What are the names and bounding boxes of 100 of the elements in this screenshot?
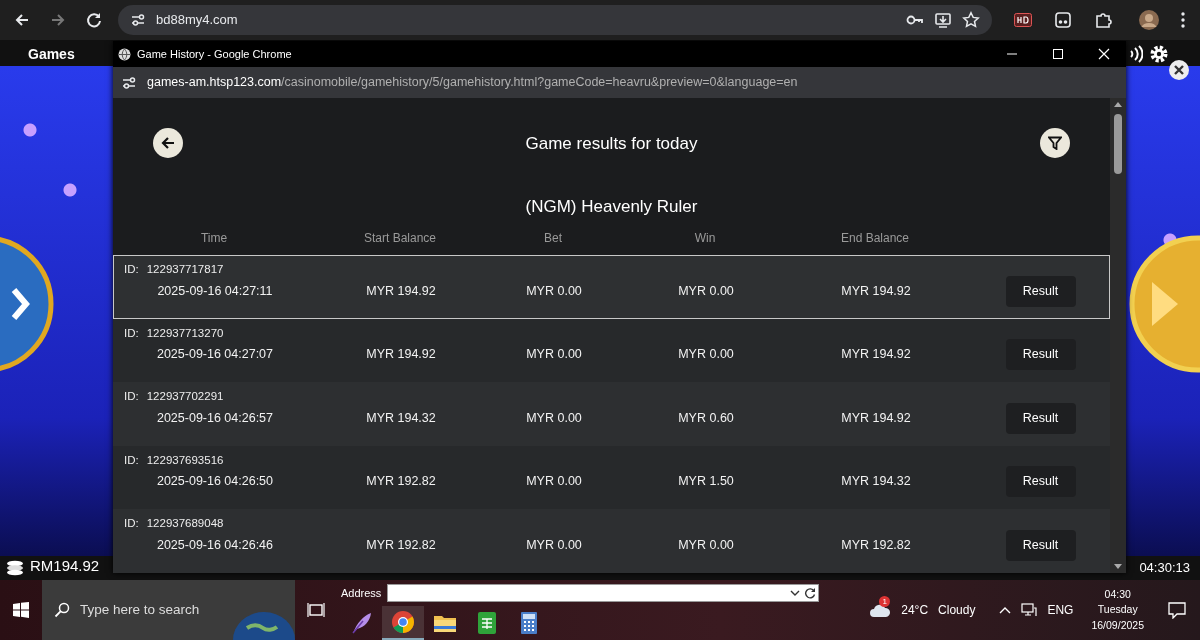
chrome-icon[interactable] [391,610,415,634]
back-icon [161,136,175,151]
result-button[interactable]: Result [1005,402,1076,434]
filter-button[interactable] [1040,128,1070,159]
scroll-down-icon[interactable] [1114,564,1122,569]
window-title: Game History - Google Chrome [137,46,292,62]
table-cell-text: MYR 194.92 [840,409,912,427]
close-icon[interactable] [1168,59,1190,81]
table-cell-text: 2025-09-16 04:26:46 [155,536,275,554]
address-label: Address [341,585,382,601]
avatar-icon[interactable] [1138,9,1160,31]
clock-day: Tuesday [1091,602,1144,618]
search-icon [54,602,70,618]
table-cell-text: MYR 194.92 [365,346,437,364]
round-id: ID: 122937693516 [123,453,225,468]
notification-badge: 1 [879,596,891,607]
round-id: ID: 122937689048 [123,516,225,532]
spreadsheet-icon[interactable] [475,611,499,635]
table-cell-text: MYR 192.82 [840,536,912,554]
table-cell-text: MYR 194.92 [840,282,912,300]
temperature-text: 24°C [901,602,929,619]
clock-text: 04:30:13 [1139,558,1190,577]
scroll-up-icon[interactable] [1114,102,1122,107]
table-cell-text: MYR 0.60 [677,409,735,427]
table-cell-text: MYR 192.82 [365,536,437,554]
table-cell-text: MYR 1.50 [677,473,735,491]
address-bar[interactable]: bd88my4.com [118,5,992,35]
menu-icon[interactable] [1180,11,1186,29]
back-button[interactable] [153,128,183,159]
column-header: Win [693,230,717,248]
scroll-thumb[interactable] [1114,114,1122,174]
history-row[interactable]: ID: 122937693516 2025-09-16 04:26:50 MYR 192.82 MYR 0.00 MYR 1.50 MYR 194.32 Result [113,446,1110,510]
table-cell-text: MYR 0.00 [525,346,583,364]
table-cell-text: MYR 0.00 [677,346,735,364]
windows-logo-icon[interactable] [13,602,29,618]
search-placeholder: Type here to search [80,600,200,619]
play-icon[interactable] [1126,234,1200,374]
balance-text: RM194.92 [30,555,100,576]
star-icon[interactable] [962,11,980,29]
table-cell-text: MYR 0.00 [677,536,735,554]
left-arrow-icon[interactable] [0,234,55,374]
caret-icon[interactable] [790,590,801,596]
extension-icon[interactable] [1054,11,1072,29]
maximize-icon[interactable] [1052,48,1064,60]
cloud-icon[interactable] [869,603,892,617]
language-text: ENG [1047,602,1074,619]
chevron-up-icon[interactable] [999,606,1012,614]
reload-icon[interactable] [84,10,104,30]
task-view-icon[interactable] [307,602,325,618]
puzzle-icon[interactable] [1094,11,1112,29]
result-button[interactable]: Result [1005,275,1076,307]
clock-time: 04:30 [1103,587,1132,603]
site-settings-icon[interactable] [130,12,146,28]
refresh-icon[interactable] [804,587,817,599]
column-header: End Balance [839,230,911,248]
site-settings-icon[interactable] [121,74,137,91]
round-id: ID: 122937713270 [123,326,225,341]
weather-text: Cloudy [938,602,976,619]
close-icon[interactable] [1098,48,1110,60]
network-icon[interactable] [1021,603,1038,617]
round-id: ID: 122937717817 [123,262,225,278]
table-cell-text: MYR 0.00 [525,282,583,300]
history-row[interactable]: ID: 122937713270 2025-09-16 04:27:07 MYR 194.92 MYR 0.00 MYR 0.00 MYR 194.92 Result [113,319,1110,383]
feather-icon[interactable] [349,611,373,635]
history-row[interactable]: ID: 122937702291 2025-09-16 04:26:57 MYR 194.32 MYR 0.00 MYR 0.60 MYR 194.92 Result [113,382,1110,446]
url-text: games-am.htsp123.com/casinomobile/gamehistory/5/gamehistory.html?gameCode=heavru&preview=0&language=en [147,74,798,92]
table-cell-text: MYR 0.00 [525,473,583,491]
address-field[interactable] [387,584,820,602]
table-cell-text: MYR 194.32 [365,409,437,427]
globe-icon [118,47,131,61]
table-cell-text: MYR 194.92 [365,282,437,300]
history-row[interactable]: ID: 122937689048 2025-09-16 04:26:46 MYR 192.82 MYR 0.00 MYR 0.00 MYR 192.82 Result [113,509,1110,573]
table-cell-text: MYR 194.92 [840,346,912,364]
game-name: (NGM) Heavenly Ruler [524,196,699,218]
search-field[interactable]: Type here to search [42,580,295,640]
table-cell-text: 2025-09-16 04:26:57 [155,409,275,427]
settings-icon[interactable] [1149,44,1169,64]
url-text: bd88my4.com [156,11,238,30]
install-icon[interactable] [934,11,952,29]
table-cell-text: 2025-09-16 04:26:50 [155,473,275,491]
game-title: Games [28,45,75,64]
table-cell-text: MYR 194.32 [840,473,912,491]
column-header: Start Balance [362,230,437,248]
page-heading: Game results for today [525,132,698,155]
history-row[interactable]: ID: 122937717817 2025-09-16 04:27:11 MYR 194.92 MYR 0.00 MYR 0.00 MYR 194.92 Result [113,255,1110,319]
hd-extension-icon[interactable] [1014,13,1032,27]
table-cell-text: MYR 192.82 [365,473,437,491]
column-header: Time [199,230,229,248]
result-button[interactable]: Result [1005,339,1076,371]
coins-icon [5,560,25,576]
column-header: Bet [543,230,563,248]
result-button[interactable]: Result [1005,529,1076,561]
filter-icon [1048,136,1062,151]
table-cell-text: MYR 0.00 [677,282,735,300]
table-cell-text: MYR 0.00 [525,409,583,427]
table-cell-text: MYR 0.00 [525,536,583,554]
result-button[interactable]: Result [1005,466,1076,498]
round-id: ID: 122937702291 [123,389,225,405]
notification-icon[interactable] [1168,601,1186,619]
scrollbar[interactable] [1110,98,1126,573]
